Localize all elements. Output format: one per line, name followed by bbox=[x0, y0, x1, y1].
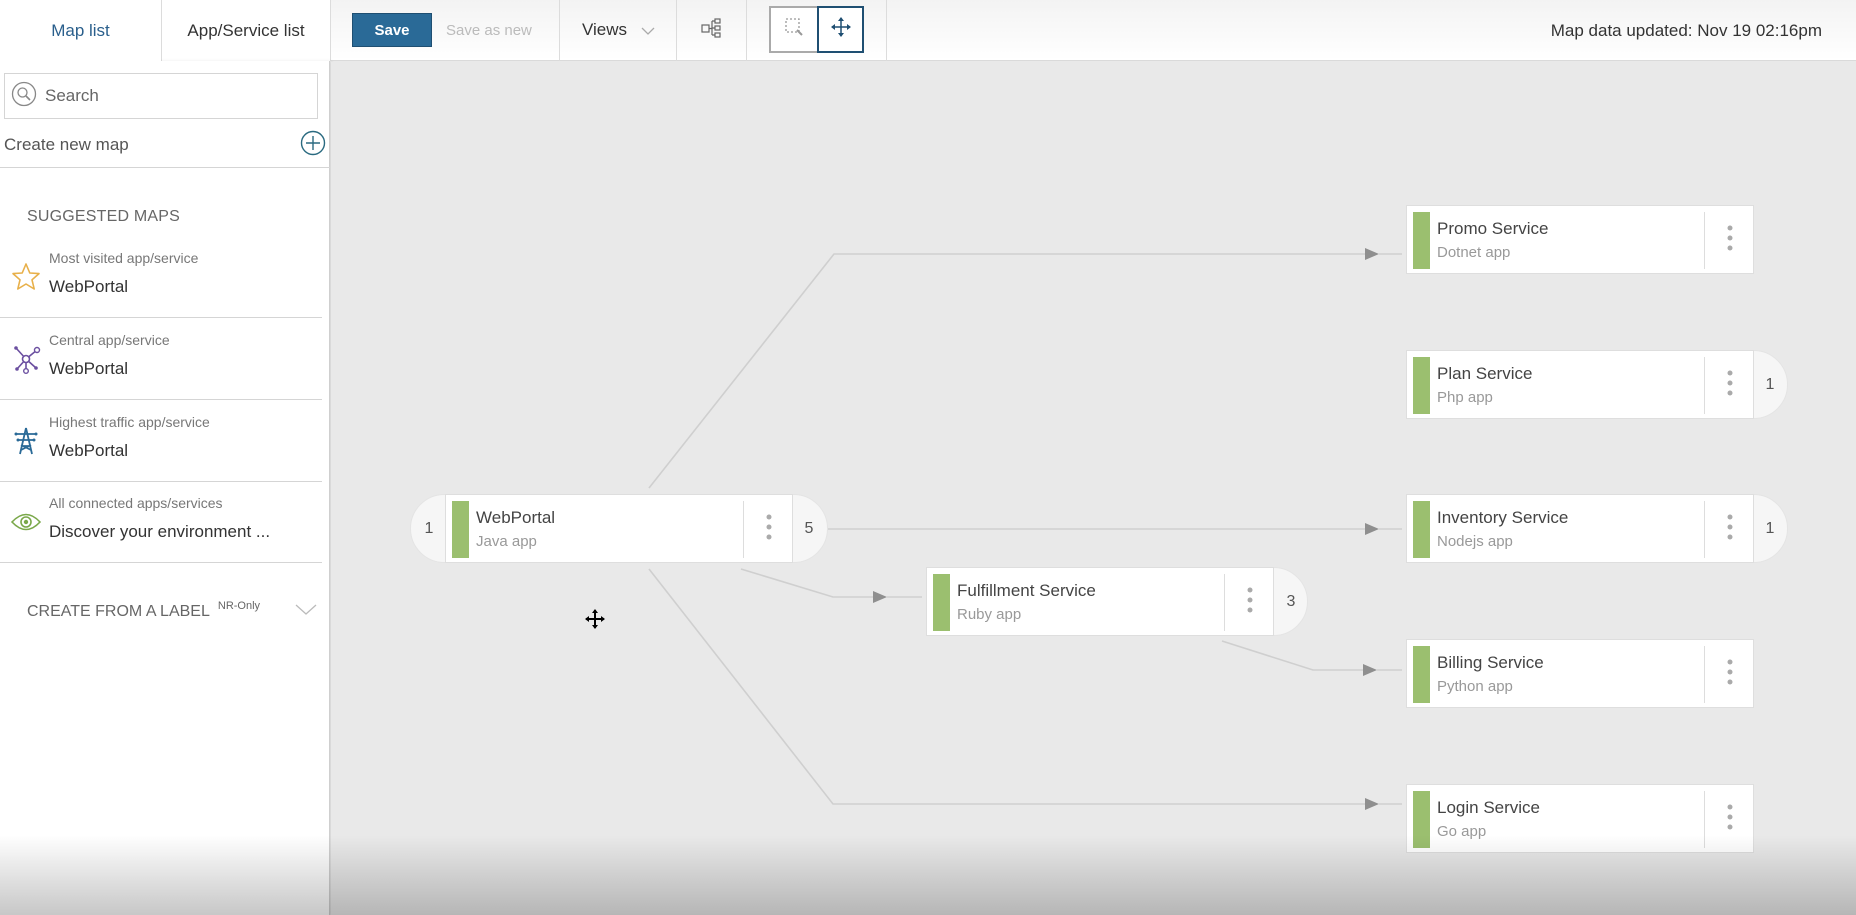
service-type: Ruby app bbox=[957, 606, 1022, 623]
create-new-map-row[interactable]: Create new map bbox=[0, 123, 330, 168]
more-options-button[interactable] bbox=[1705, 351, 1755, 420]
network-hub-icon bbox=[10, 343, 42, 375]
suggested-caption: Highest traffic app/service bbox=[49, 414, 210, 430]
service-node-plan[interactable]: Plan Service Php app bbox=[1406, 350, 1754, 419]
interaction-mode-group bbox=[769, 6, 864, 53]
select-mode-button[interactable] bbox=[769, 6, 817, 53]
service-node-inventory[interactable]: Inventory Service Nodejs app bbox=[1406, 494, 1754, 563]
service-name: Promo Service bbox=[1437, 219, 1549, 238]
suggested-caption: All connected apps/services bbox=[49, 495, 223, 511]
health-indicator bbox=[933, 574, 950, 631]
health-indicator bbox=[1413, 357, 1430, 414]
nr-only-badge: NR-Only bbox=[217, 600, 261, 612]
vertical-dots-icon bbox=[766, 514, 772, 545]
health-indicator bbox=[1413, 791, 1430, 848]
service-node-billing[interactable]: Billing Service Python app bbox=[1406, 639, 1754, 708]
suggested-value: WebPortal bbox=[49, 441, 129, 460]
add-circle-icon[interactable] bbox=[300, 130, 326, 161]
suggested-value: Discover your environment ... bbox=[49, 522, 271, 541]
map-data-updated: Map data updated: Nov 19 02:16pm bbox=[1550, 20, 1822, 40]
create-from-label-toggle[interactable]: CREATE FROM A LABEL NR-Only bbox=[27, 600, 317, 621]
more-options-button[interactable] bbox=[1705, 495, 1755, 564]
create-from-label-heading: CREATE FROM A LABEL bbox=[27, 603, 210, 620]
suggested-caption: Most visited app/service bbox=[49, 250, 199, 266]
service-type: Java app bbox=[476, 533, 537, 550]
vertical-dots-icon bbox=[1727, 659, 1733, 690]
views-label: Views bbox=[582, 20, 628, 39]
save-button[interactable]: Save bbox=[352, 13, 432, 47]
health-indicator bbox=[452, 501, 469, 558]
service-type: Dotnet app bbox=[1437, 244, 1511, 261]
transmission-tower-icon bbox=[10, 425, 42, 457]
service-type: Go app bbox=[1437, 823, 1487, 840]
more-options-button[interactable] bbox=[1225, 568, 1275, 637]
pan-mode-button[interactable] bbox=[817, 6, 864, 53]
search-input[interactable] bbox=[45, 86, 305, 106]
more-options-button[interactable] bbox=[1705, 206, 1755, 275]
service-node-fulfillment[interactable]: Fulfillment Service Ruby app bbox=[926, 567, 1274, 636]
service-name: Login Service bbox=[1437, 798, 1541, 817]
vertical-dots-icon bbox=[1727, 514, 1733, 545]
layout-button[interactable] bbox=[677, 0, 746, 61]
chevron-down-icon bbox=[295, 603, 317, 621]
outgoing-count[interactable]: 1 bbox=[1758, 350, 1782, 419]
eye-icon bbox=[10, 506, 42, 538]
tab-app-service-list[interactable]: App/Service list bbox=[161, 0, 331, 61]
suggested-map-all-connected[interactable]: All connected apps/services Discover you… bbox=[0, 482, 322, 563]
suggested-map-highest-traffic[interactable]: Highest traffic app/service WebPortal bbox=[0, 401, 322, 482]
suggested-value: WebPortal bbox=[49, 359, 129, 378]
views-dropdown[interactable]: Views bbox=[582, 13, 655, 47]
service-node-webportal[interactable]: WebPortal Java app bbox=[445, 494, 793, 563]
service-node-promo[interactable]: Promo Service Dotnet app bbox=[1406, 205, 1754, 274]
service-name: Plan Service bbox=[1437, 364, 1533, 383]
move-arrows-icon bbox=[830, 16, 852, 43]
toolbar-divider bbox=[886, 0, 887, 61]
vertical-dots-icon bbox=[1727, 370, 1733, 401]
service-type: Python app bbox=[1437, 678, 1513, 695]
search-icon bbox=[11, 81, 37, 112]
search-box[interactable] bbox=[4, 73, 318, 119]
health-indicator bbox=[1413, 646, 1430, 703]
more-options-button[interactable] bbox=[1705, 640, 1755, 709]
tree-layout-icon bbox=[700, 18, 723, 43]
service-name: WebPortal bbox=[476, 508, 556, 527]
service-name: Fulfillment Service bbox=[957, 581, 1096, 600]
tab-map-list[interactable]: Map list bbox=[0, 0, 161, 62]
suggested-map-most-visited[interactable]: Most visited app/service WebPortal bbox=[0, 237, 322, 318]
vertical-dots-icon bbox=[1727, 804, 1733, 835]
vertical-dots-icon bbox=[1247, 587, 1253, 618]
outgoing-count[interactable]: 5 bbox=[797, 494, 821, 563]
toolbar-divider bbox=[746, 0, 747, 61]
service-name: Inventory Service bbox=[1437, 508, 1569, 527]
suggested-maps-heading: SUGGESTED MAPS bbox=[27, 208, 181, 225]
toolbar-divider bbox=[559, 0, 560, 61]
service-type: Php app bbox=[1437, 389, 1493, 406]
suggested-map-central[interactable]: Central app/service WebPortal bbox=[0, 319, 322, 400]
star-icon bbox=[10, 261, 42, 293]
outgoing-count[interactable]: 1 bbox=[1758, 494, 1782, 563]
map-list-sidebar: Create new map SUGGESTED MAPS Most visit… bbox=[0, 61, 330, 915]
outgoing-count[interactable]: 3 bbox=[1279, 567, 1303, 636]
service-name: Billing Service bbox=[1437, 653, 1544, 672]
health-indicator bbox=[1413, 212, 1430, 269]
vertical-dots-icon bbox=[1727, 225, 1733, 256]
service-type: Nodejs app bbox=[1437, 533, 1513, 550]
marquee-select-icon bbox=[783, 16, 805, 43]
more-options-button[interactable] bbox=[744, 495, 794, 564]
more-options-button[interactable] bbox=[1705, 785, 1755, 854]
chevron-down-icon bbox=[641, 20, 655, 40]
suggested-caption: Central app/service bbox=[49, 332, 170, 348]
toolbar: Map list App/Service list Save Save as n… bbox=[0, 0, 1856, 62]
save-as-new-button[interactable]: Save as new bbox=[446, 13, 532, 47]
incoming-count[interactable]: 1 bbox=[417, 494, 441, 563]
create-new-map-label: Create new map bbox=[4, 135, 129, 154]
service-node-login[interactable]: Login Service Go app bbox=[1406, 784, 1754, 853]
health-indicator bbox=[1413, 501, 1430, 558]
move-cursor-icon bbox=[585, 609, 605, 634]
suggested-value: WebPortal bbox=[49, 277, 129, 296]
